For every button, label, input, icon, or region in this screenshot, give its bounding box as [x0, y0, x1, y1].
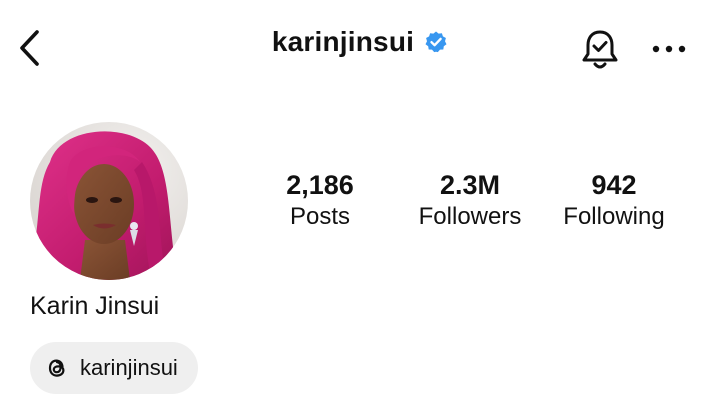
display-name: Karin Jinsui — [30, 292, 160, 320]
more-horizontal-icon — [652, 45, 686, 53]
following-label: Following — [563, 203, 665, 230]
threads-username: karinjinsui — [80, 355, 178, 380]
profile-avatar[interactable] — [30, 122, 188, 280]
posts-stat[interactable]: 2,186 Posts — [280, 170, 360, 234]
followers-count: 2.3M — [439, 170, 501, 200]
bell-check-icon — [582, 30, 618, 69]
header-username: karinjinsui — [271, 26, 415, 57]
verified-badge-icon — [424, 30, 448, 54]
posts-count: 2,186 — [286, 170, 354, 200]
notifications-button[interactable] — [574, 24, 626, 76]
profile-stats: 2,186 Posts 2.3M Followers 942 Following — [250, 170, 710, 240]
threads-icon — [48, 359, 65, 377]
followers-stat[interactable]: 2.3M Followers — [408, 170, 532, 234]
following-count: 942 — [591, 170, 637, 200]
top-bar: karinjinsui — [0, 0, 720, 100]
profile-screen: karinjinsui 2,186 Posts 2.3M Followers 9… — [0, 0, 720, 403]
followers-label: Followers — [418, 203, 522, 230]
more-options-button[interactable] — [644, 26, 694, 72]
following-stat[interactable]: 942 Following — [554, 170, 674, 234]
posts-label: Posts — [289, 203, 351, 230]
threads-link-chip[interactable]: karinjinsui — [30, 342, 198, 394]
